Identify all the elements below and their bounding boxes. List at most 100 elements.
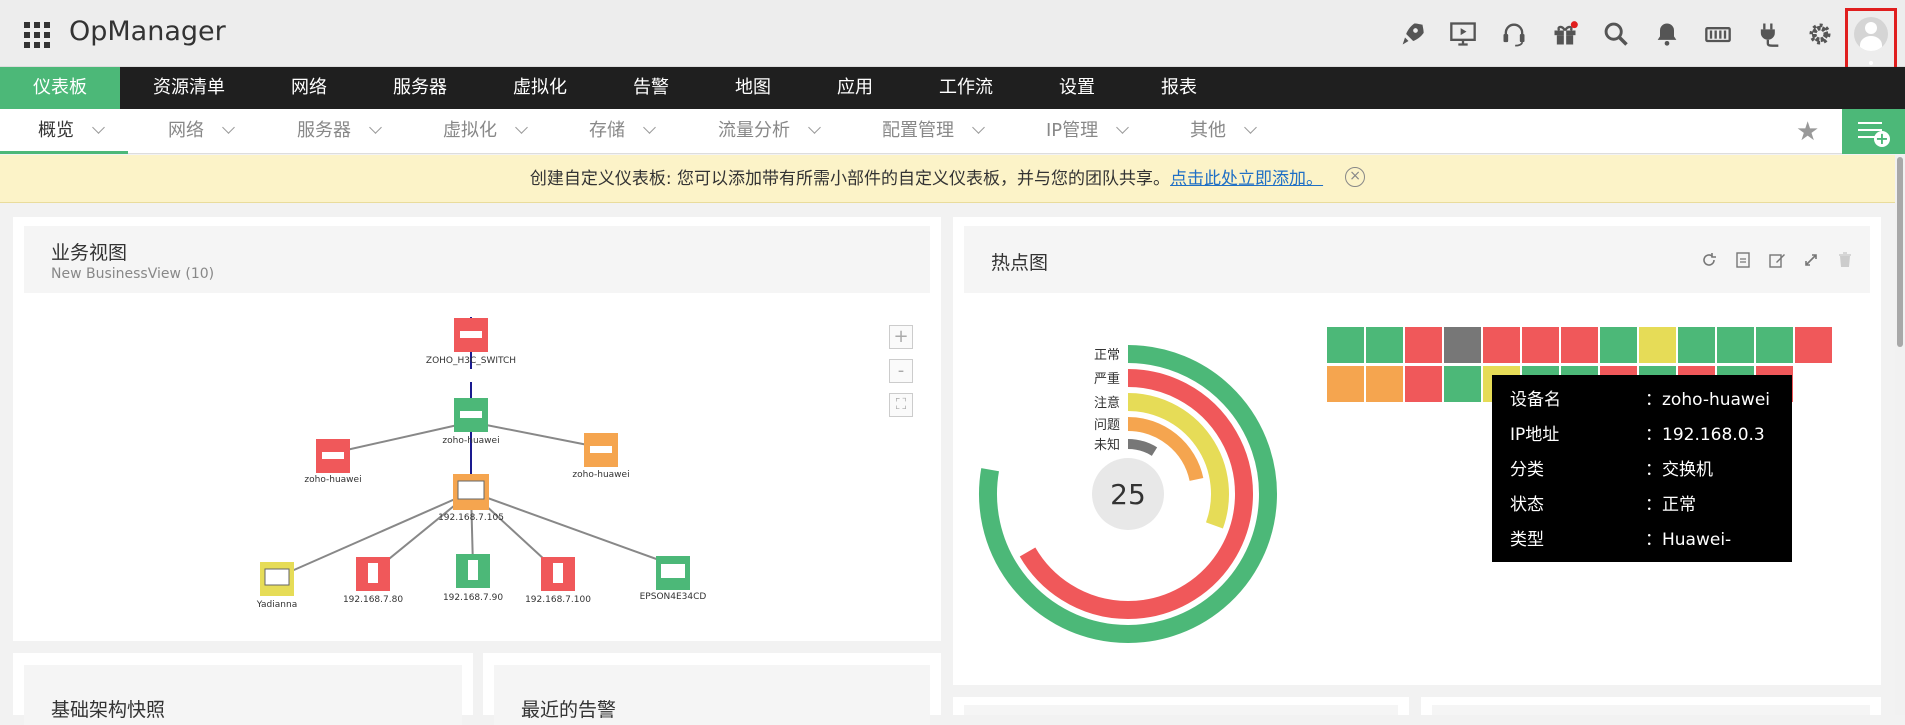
tooltip-row: 分类 ：交换机 [1510,453,1774,488]
scrollbar-thumb[interactable] [1897,157,1903,347]
network-node[interactable]: Yadianna [256,562,297,610]
chevron-down-icon [1116,121,1130,134]
nav-dashboard[interactable]: 仪表板 [0,67,120,109]
heatmap-cell[interactable] [1405,366,1442,402]
heatmap-cell[interactable] [1444,327,1481,363]
expand-icon[interactable] [1801,250,1821,270]
search-icon[interactable] [1590,8,1641,60]
export-icon[interactable] [1733,250,1753,270]
nav-settings[interactable]: 设置 [1026,67,1128,109]
ring-arc[interactable] [1127,439,1158,456]
tab-storage[interactable]: 存储 [589,109,656,154]
network-node[interactable]: zoho-huawei [442,398,500,446]
bell-icon[interactable] [1641,8,1692,60]
heatmap-cell[interactable] [1327,327,1364,363]
page-scrollbar[interactable] [1895,155,1905,715]
heatmap-cell[interactable] [1483,327,1520,363]
tab-ip-management[interactable]: IP管理 [1046,109,1130,154]
network-node[interactable]: ZOHO_H3C_SWITCH [426,318,516,366]
tab-label: IP管理 [1046,120,1099,141]
nav-workflow[interactable]: 工作流 [906,67,1026,109]
gear-icon[interactable] [1794,8,1845,60]
device-tooltip: 设备名 ：zoho-huawei IP地址 ：192.168.0.3 分类 ：交换机 … [1492,375,1792,585]
tab-network[interactable]: 网络 [168,109,235,154]
tooltip-row: 设备名 ：zoho-huawei [1510,383,1774,418]
heatmap-cell[interactable] [1522,327,1559,363]
gift-icon[interactable] [1539,8,1590,60]
refresh-icon[interactable] [1699,250,1719,270]
chevron-down-icon [369,121,382,134]
chevron-down-icon [808,121,821,134]
nav-maps[interactable]: 地图 [702,67,804,109]
tab-traffic-analysis[interactable]: 流量分析 [718,109,821,154]
legend-label: 问题 [1094,418,1120,433]
legend-label: 正常 [1094,348,1120,363]
network-node[interactable]: zoho-huawei [572,433,630,480]
tooltip-value: ：正常 [1645,495,1696,515]
heatmap-cell[interactable] [1756,327,1793,363]
node-label: 192.168.7.80 [343,595,403,605]
node-label: zoho-huawei [572,470,629,480]
delete-icon[interactable] [1835,250,1855,270]
add-widget-button[interactable]: + [1842,109,1905,154]
nav-virtualization[interactable]: 虚拟化 [480,67,600,109]
chevron-down-icon [643,121,656,134]
tooltip-value: ：192.168.0.3 [1645,425,1765,445]
tooltip-row: 状态 ：正常 [1510,488,1774,523]
heatmap-cell[interactable] [1717,327,1754,363]
heatmap-cell[interactable] [1366,366,1403,402]
chevron-down-icon [1244,121,1257,134]
heatmap-cell[interactable] [1795,327,1832,363]
battery-icon[interactable] [1692,8,1743,60]
header-toolbar [1386,8,1897,96]
edit-icon[interactable] [1767,250,1787,270]
network-node[interactable]: 192.168.7.90 [443,554,503,603]
heatmap-cell[interactable] [1600,327,1637,363]
legend-label: 严重 [1094,371,1120,387]
nav-reports[interactable]: 报表 [1128,67,1230,109]
nav-apps[interactable]: 应用 [804,67,906,109]
heatmap-cell[interactable] [1678,327,1715,363]
network-node[interactable]: zoho-huawei [304,439,362,485]
banner-link[interactable]: 点击此处立即添加。 [1170,169,1323,189]
panel-header: 基础架构快照 [24,665,462,725]
network-node[interactable]: EPSON4E34CD [640,556,707,602]
heatmap-cell[interactable] [1639,327,1676,363]
tab-label: 存储 [589,120,625,141]
tab-label: 服务器 [297,120,351,141]
network-node[interactable]: 192.168.7.80 [343,557,403,605]
present-icon[interactable] [1437,8,1488,60]
plus-icon: + [1874,129,1890,148]
recent-alarms-panel: 最近的告警 [483,653,941,725]
node-label: EPSON4E34CD [640,592,707,602]
widget-panel [1421,697,1881,715]
network-node[interactable]: 192.168.7.105 [438,474,504,523]
nav-network[interactable]: 网络 [258,67,360,109]
heatmap-cell[interactable] [1444,366,1481,402]
network-node[interactable]: 192.168.7.100 [525,557,591,605]
close-icon[interactable]: × [1345,167,1366,187]
tab-other[interactable]: 其他 [1190,109,1257,154]
nav-servers[interactable]: 服务器 [360,67,480,109]
tab-config-management[interactable]: 配置管理 [882,109,985,154]
node-label: ZOHO_H3C_SWITCH [426,356,516,366]
tab-overview[interactable]: 概览 [0,109,128,154]
heatmap-cell[interactable] [1405,327,1442,363]
tooltip-key: IP地址 [1510,425,1560,445]
infra-snapshot-panel: 基础架构快照 [13,653,473,725]
nav-inventory[interactable]: 资源清单 [120,67,258,109]
headset-icon[interactable] [1488,8,1539,60]
apps-grid-icon[interactable] [24,22,50,48]
tooltip-key: 类型 [1510,530,1544,550]
tab-servers[interactable]: 服务器 [297,109,382,154]
heatmap-cell[interactable] [1561,327,1598,363]
node-label: zoho-huawei [304,475,361,485]
rocket-icon[interactable] [1386,8,1437,60]
star-icon[interactable]: ★ [1796,117,1819,147]
heatmap-cell[interactable] [1327,366,1364,402]
plug-icon[interactable] [1743,8,1794,60]
tab-virtualization[interactable]: 虚拟化 [443,109,528,154]
chevron-down-icon [222,121,235,134]
heatmap-cell[interactable] [1366,327,1403,363]
nav-alarms[interactable]: 告警 [600,67,702,109]
